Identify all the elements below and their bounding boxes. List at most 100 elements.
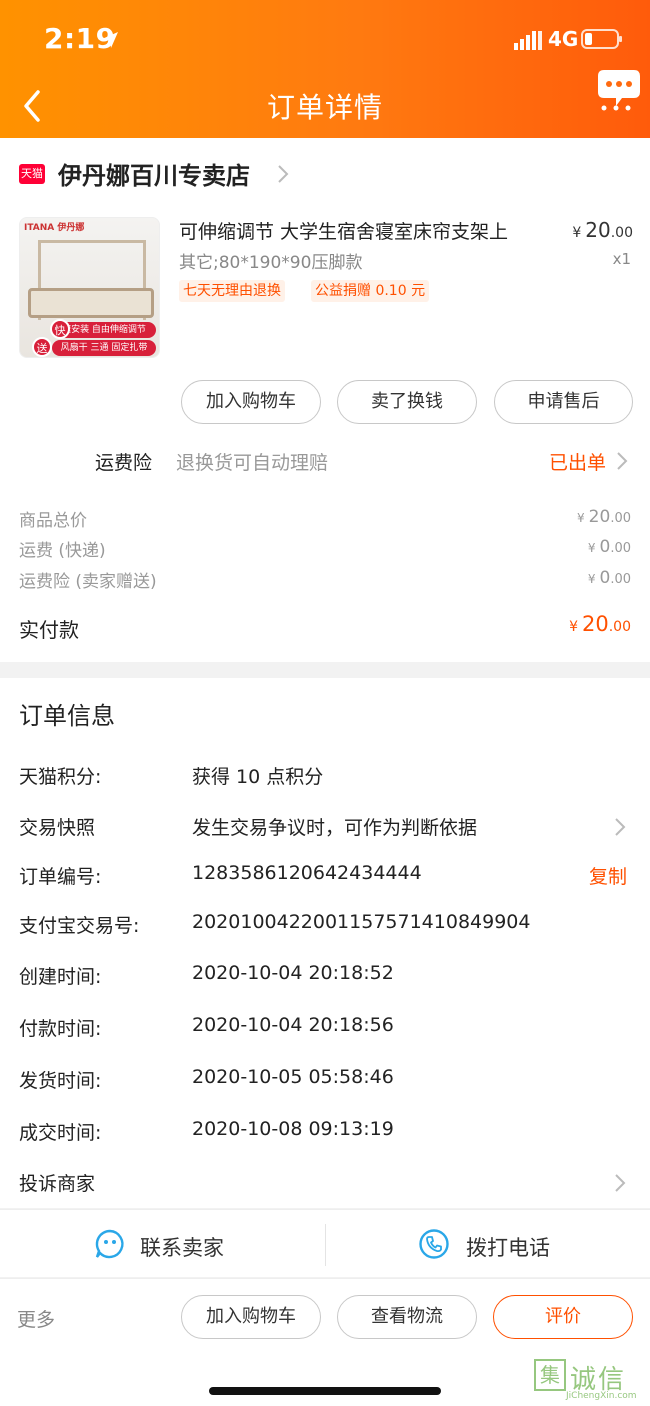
copy-order-number-button[interactable]: 复制 (589, 862, 627, 889)
call-phone-button[interactable]: 拨打电话 (326, 1210, 650, 1278)
currency-symbol: ¥ (577, 511, 585, 525)
currency-symbol: ¥ (572, 225, 582, 241)
info-value: 2020-10-04 20:18:52 (192, 962, 394, 984)
info-row-points: 天猫积分: 获得 10 点积分 (0, 762, 650, 792)
shipping-insurance-desc: 退换货可自动理赔 (176, 452, 329, 474)
after-sale-button[interactable]: 申请售后 (494, 380, 633, 424)
chevron-right-icon[interactable] (616, 451, 628, 471)
fee-integer: 20 (588, 507, 611, 527)
fee-row-insurance: 运费险 (卖家赠送) ¥0.00 (19, 567, 631, 592)
page-title: 订单详情 (266, 91, 383, 124)
thumbnail-brand-logo: ITANA 伊丹娜 (24, 223, 85, 233)
info-row-paid: 付款时间: 2020-10-04 20:18:56 (0, 1014, 650, 1044)
info-row-order-number: 订单编号: 1283586120642434444 复制 (0, 862, 650, 892)
info-value: 2020-10-08 09:13:19 (192, 1118, 394, 1140)
status-bar: 2:19 4G (0, 0, 650, 78)
product-price: ¥20.00 (572, 218, 633, 242)
location-arrow-icon (102, 32, 118, 48)
info-row-snapshot[interactable]: 交易快照 发生交易争议时，可作为判断依据 (0, 813, 650, 843)
fee-integer: 0 (599, 537, 611, 557)
fee-integer: 0 (599, 568, 611, 588)
fee-row-shipping: 运费 (快递) ¥0.00 (19, 536, 631, 561)
view-logistics-button[interactable]: 查看物流 (337, 1295, 477, 1339)
contact-seller-label: 联系卖家 (140, 1236, 224, 1260)
paid-decimal: .00 (608, 619, 631, 635)
info-row-complaint[interactable]: 投诉商家 (0, 1169, 650, 1199)
battery-icon (581, 29, 622, 49)
chat-face-icon (95, 1229, 124, 1259)
amount-paid-value: ¥20.00 (569, 612, 631, 636)
shipping-insurance-status[interactable]: 已出单 (549, 448, 606, 475)
info-label: 支付宝交易号: (19, 915, 140, 937)
amount-paid-label: 实付款 (19, 618, 79, 642)
info-value: 发生交易争议时，可作为判断依据 (192, 817, 478, 839)
order-info-section: 订单信息 天猫积分: 获得 10 点积分 交易快照 发生交易争议时，可作为判断依… (0, 678, 650, 1208)
store-row[interactable]: 天猫 伊丹娜百川专卖店 (0, 154, 650, 194)
message-more-icon[interactable] (596, 68, 642, 112)
price-decimal: .00 (610, 225, 633, 241)
watermark-logo-icon: 集 (534, 1359, 566, 1391)
watermark-url: JiChengXin.com (566, 1391, 637, 1401)
add-to-cart-button[interactable]: 加入购物车 (181, 380, 321, 424)
info-value: 2020-10-04 20:18:56 (192, 1014, 394, 1036)
thumbnail-badge-2: 送 (32, 337, 52, 357)
charity-tag: 公益捐赠 0.10 元 (311, 280, 430, 302)
contact-seller-button[interactable]: 联系卖家 (0, 1210, 325, 1278)
rate-button[interactable]: 评价 (493, 1295, 633, 1339)
info-label: 发货时间: (19, 1070, 102, 1092)
nav-bar: 订单详情 (0, 70, 650, 138)
fee-decimal: .00 (610, 541, 631, 556)
network-type: 4G (548, 27, 579, 51)
info-value: 获得 10 点积分 (192, 766, 324, 788)
resell-button[interactable]: 卖了换钱 (337, 380, 477, 424)
fee-label: 商品总价 (19, 511, 87, 531)
more-button[interactable]: 更多 (17, 1305, 55, 1332)
thumbnail-badge-1: 快 (50, 319, 70, 339)
info-row-completed: 成交时间: 2020-10-08 09:13:19 (0, 1118, 650, 1148)
currency-symbol: ¥ (587, 572, 596, 586)
phone-icon (419, 1229, 449, 1259)
product-thumbnail[interactable]: ITANA 伊丹娜 速安装 自由伸缩调节 风扇干 三通 固定扎带 快 送 (19, 217, 160, 358)
order-product-card: 天猫 伊丹娜百川专卖店 ITANA 伊丹娜 速安装 自由伸缩调节 风扇干 三通 … (0, 138, 650, 662)
store-name[interactable]: 伊丹娜百川专卖店 (58, 156, 250, 191)
fee-label: 运费险 (卖家赠送) (19, 572, 157, 592)
info-label: 订单编号: (19, 866, 102, 888)
shipping-insurance-label: 运费险 (95, 452, 153, 474)
fee-decimal: .00 (610, 511, 631, 526)
chevron-right-icon (615, 1174, 626, 1192)
fee-value: ¥0.00 (588, 568, 631, 588)
info-label: 创建时间: (19, 966, 102, 988)
product-spec: 其它;80*190*90压脚款 (179, 253, 363, 273)
fee-label: 运费 (快递) (19, 541, 106, 561)
thumbnail-caption-2: 风扇干 三通 固定扎带 (52, 340, 156, 356)
product-title[interactable]: 可伸缩调节 大学生宿舍寝室床帘支架上 (179, 217, 549, 244)
info-label: 交易快照 (19, 817, 96, 839)
paid-integer: 20 (582, 612, 609, 636)
tmall-badge-icon: 天猫 (19, 164, 45, 184)
fee-decimal: .00 (610, 572, 631, 587)
chevron-right-icon (278, 165, 289, 183)
info-label: 付款时间: (19, 1018, 102, 1040)
fee-value: ¥0.00 (588, 537, 631, 557)
info-label: 投诉商家 (19, 1173, 96, 1195)
info-label: 成交时间: (19, 1122, 102, 1144)
info-value: 2020-10-05 05:58:46 (192, 1066, 394, 1088)
cellular-signal-icon (514, 31, 542, 50)
order-info-title: 订单信息 (19, 702, 115, 730)
currency-symbol: ¥ (587, 541, 596, 555)
fee-value: ¥20.00 (577, 507, 631, 527)
contact-bar: 联系卖家 拨打电话 (0, 1209, 650, 1277)
info-row-alipay-id: 支付宝交易号: 2020100422001157571410849904 (0, 911, 650, 941)
product-quantity: x1 (612, 250, 631, 268)
info-row-shipped: 发货时间: 2020-10-05 05:58:46 (0, 1066, 650, 1096)
add-to-cart-bottom-button[interactable]: 加入购物车 (181, 1295, 321, 1339)
call-phone-label: 拨打电话 (466, 1236, 550, 1260)
price-integer: 20 (585, 218, 611, 242)
header: 2:19 4G 订单详情 (0, 0, 650, 138)
home-indicator[interactable] (209, 1387, 441, 1395)
currency-symbol: ¥ (569, 619, 578, 635)
chevron-right-icon (615, 818, 626, 836)
info-value: 2020100422001157571410849904 (192, 911, 531, 933)
return-policy-tag: 七天无理由退换 (179, 280, 285, 302)
thumbnail-bed-graphic (28, 288, 154, 318)
